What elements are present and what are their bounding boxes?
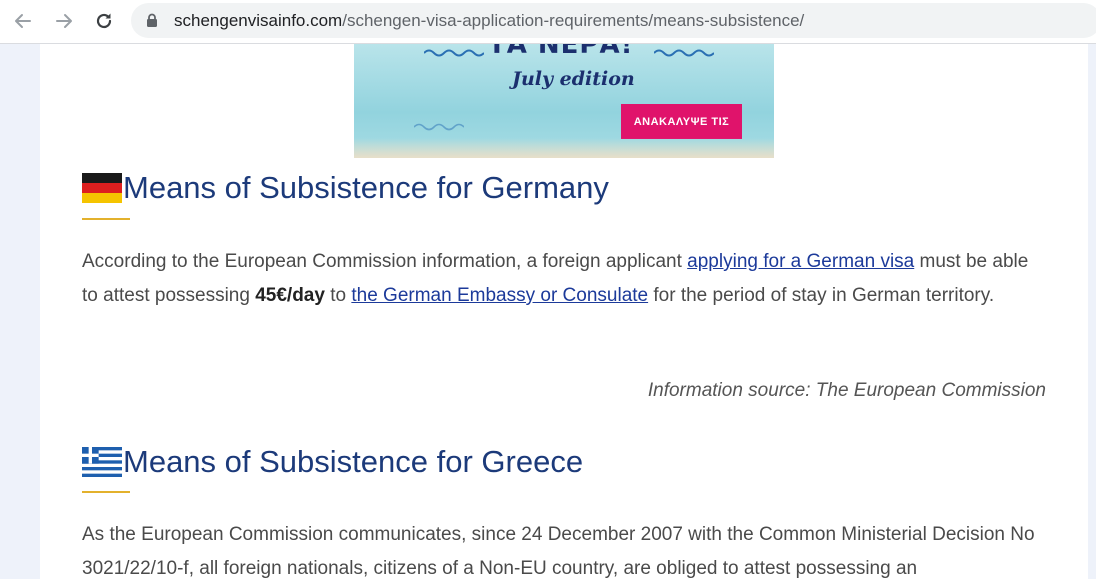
back-arrow-icon — [15, 14, 31, 28]
greece-flag-icon — [82, 447, 122, 477]
ad-banner[interactable]: ΤΑ ΝΕΡΑ! July edition ΑΝΑΚΑΛΥΨΕ ΤΙΣ — [354, 44, 774, 158]
ad-title: ΤΑ ΝΕΡΑ! — [488, 44, 634, 60]
url-host: schengenvisainfo.com — [174, 10, 343, 30]
reload-button[interactable] — [91, 8, 117, 34]
url-text[interactable]: schengenvisainfo.com/schengen-visa-appli… — [174, 11, 804, 31]
germany-paragraph: According to the European Commission inf… — [82, 245, 1042, 313]
german-visa-link[interactable]: applying for a German visa — [687, 251, 914, 272]
germany-heading-underline — [82, 218, 130, 220]
forward-arrow-icon — [56, 14, 72, 28]
reload-icon — [96, 13, 112, 29]
greece-paragraph: As the European Commission communicates,… — [82, 524, 1035, 579]
greece-heading: Means of Subsistence for Greece — [82, 444, 583, 480]
ad-subtitle: July edition — [512, 68, 635, 90]
germany-text-3: to — [324, 285, 352, 306]
lock-icon[interactable] — [146, 13, 160, 29]
article-content: ΤΑ ΝΕΡΑ! July edition ΑΝΑΚΑΛΥΨΕ ΤΙΣ Mean… — [40, 44, 1088, 579]
information-source: Information source: The European Commiss… — [647, 380, 1046, 401]
greece-heading-text: Means of Subsistence for Greece — [123, 444, 584, 479]
back-button[interactable] — [10, 8, 36, 34]
forward-button[interactable] — [51, 8, 77, 34]
germany-flag-icon — [82, 173, 122, 203]
wave-decoration-icon — [414, 123, 464, 131]
greece-heading-underline — [82, 491, 130, 493]
browser-toolbar: schengenvisainfo.com/schengen-visa-appli… — [0, 0, 1096, 44]
url-path: /schengen-visa-application-requirements/… — [342, 10, 805, 30]
germany-heading: Means of Subsistence for Germany — [82, 170, 609, 206]
ad-cta-button[interactable]: ΑΝΑΚΑΛΥΨΕ ΤΙΣ — [621, 104, 742, 139]
wave-decoration-icon — [654, 49, 714, 57]
germany-text-4: for the period of stay in German territo… — [648, 285, 995, 306]
ad-sand-decoration — [354, 138, 774, 158]
address-bar[interactable]: schengenvisainfo.com/schengen-visa-appli… — [131, 3, 1096, 38]
germany-text-1: According to the European Commission inf… — [82, 251, 688, 272]
germany-heading-text: Means of Subsistence for Germany — [123, 170, 609, 205]
wave-decoration-icon — [424, 49, 484, 57]
german-embassy-link[interactable]: the German Embassy or Consulate — [351, 285, 648, 306]
germany-amount: 45€/day — [255, 285, 325, 306]
